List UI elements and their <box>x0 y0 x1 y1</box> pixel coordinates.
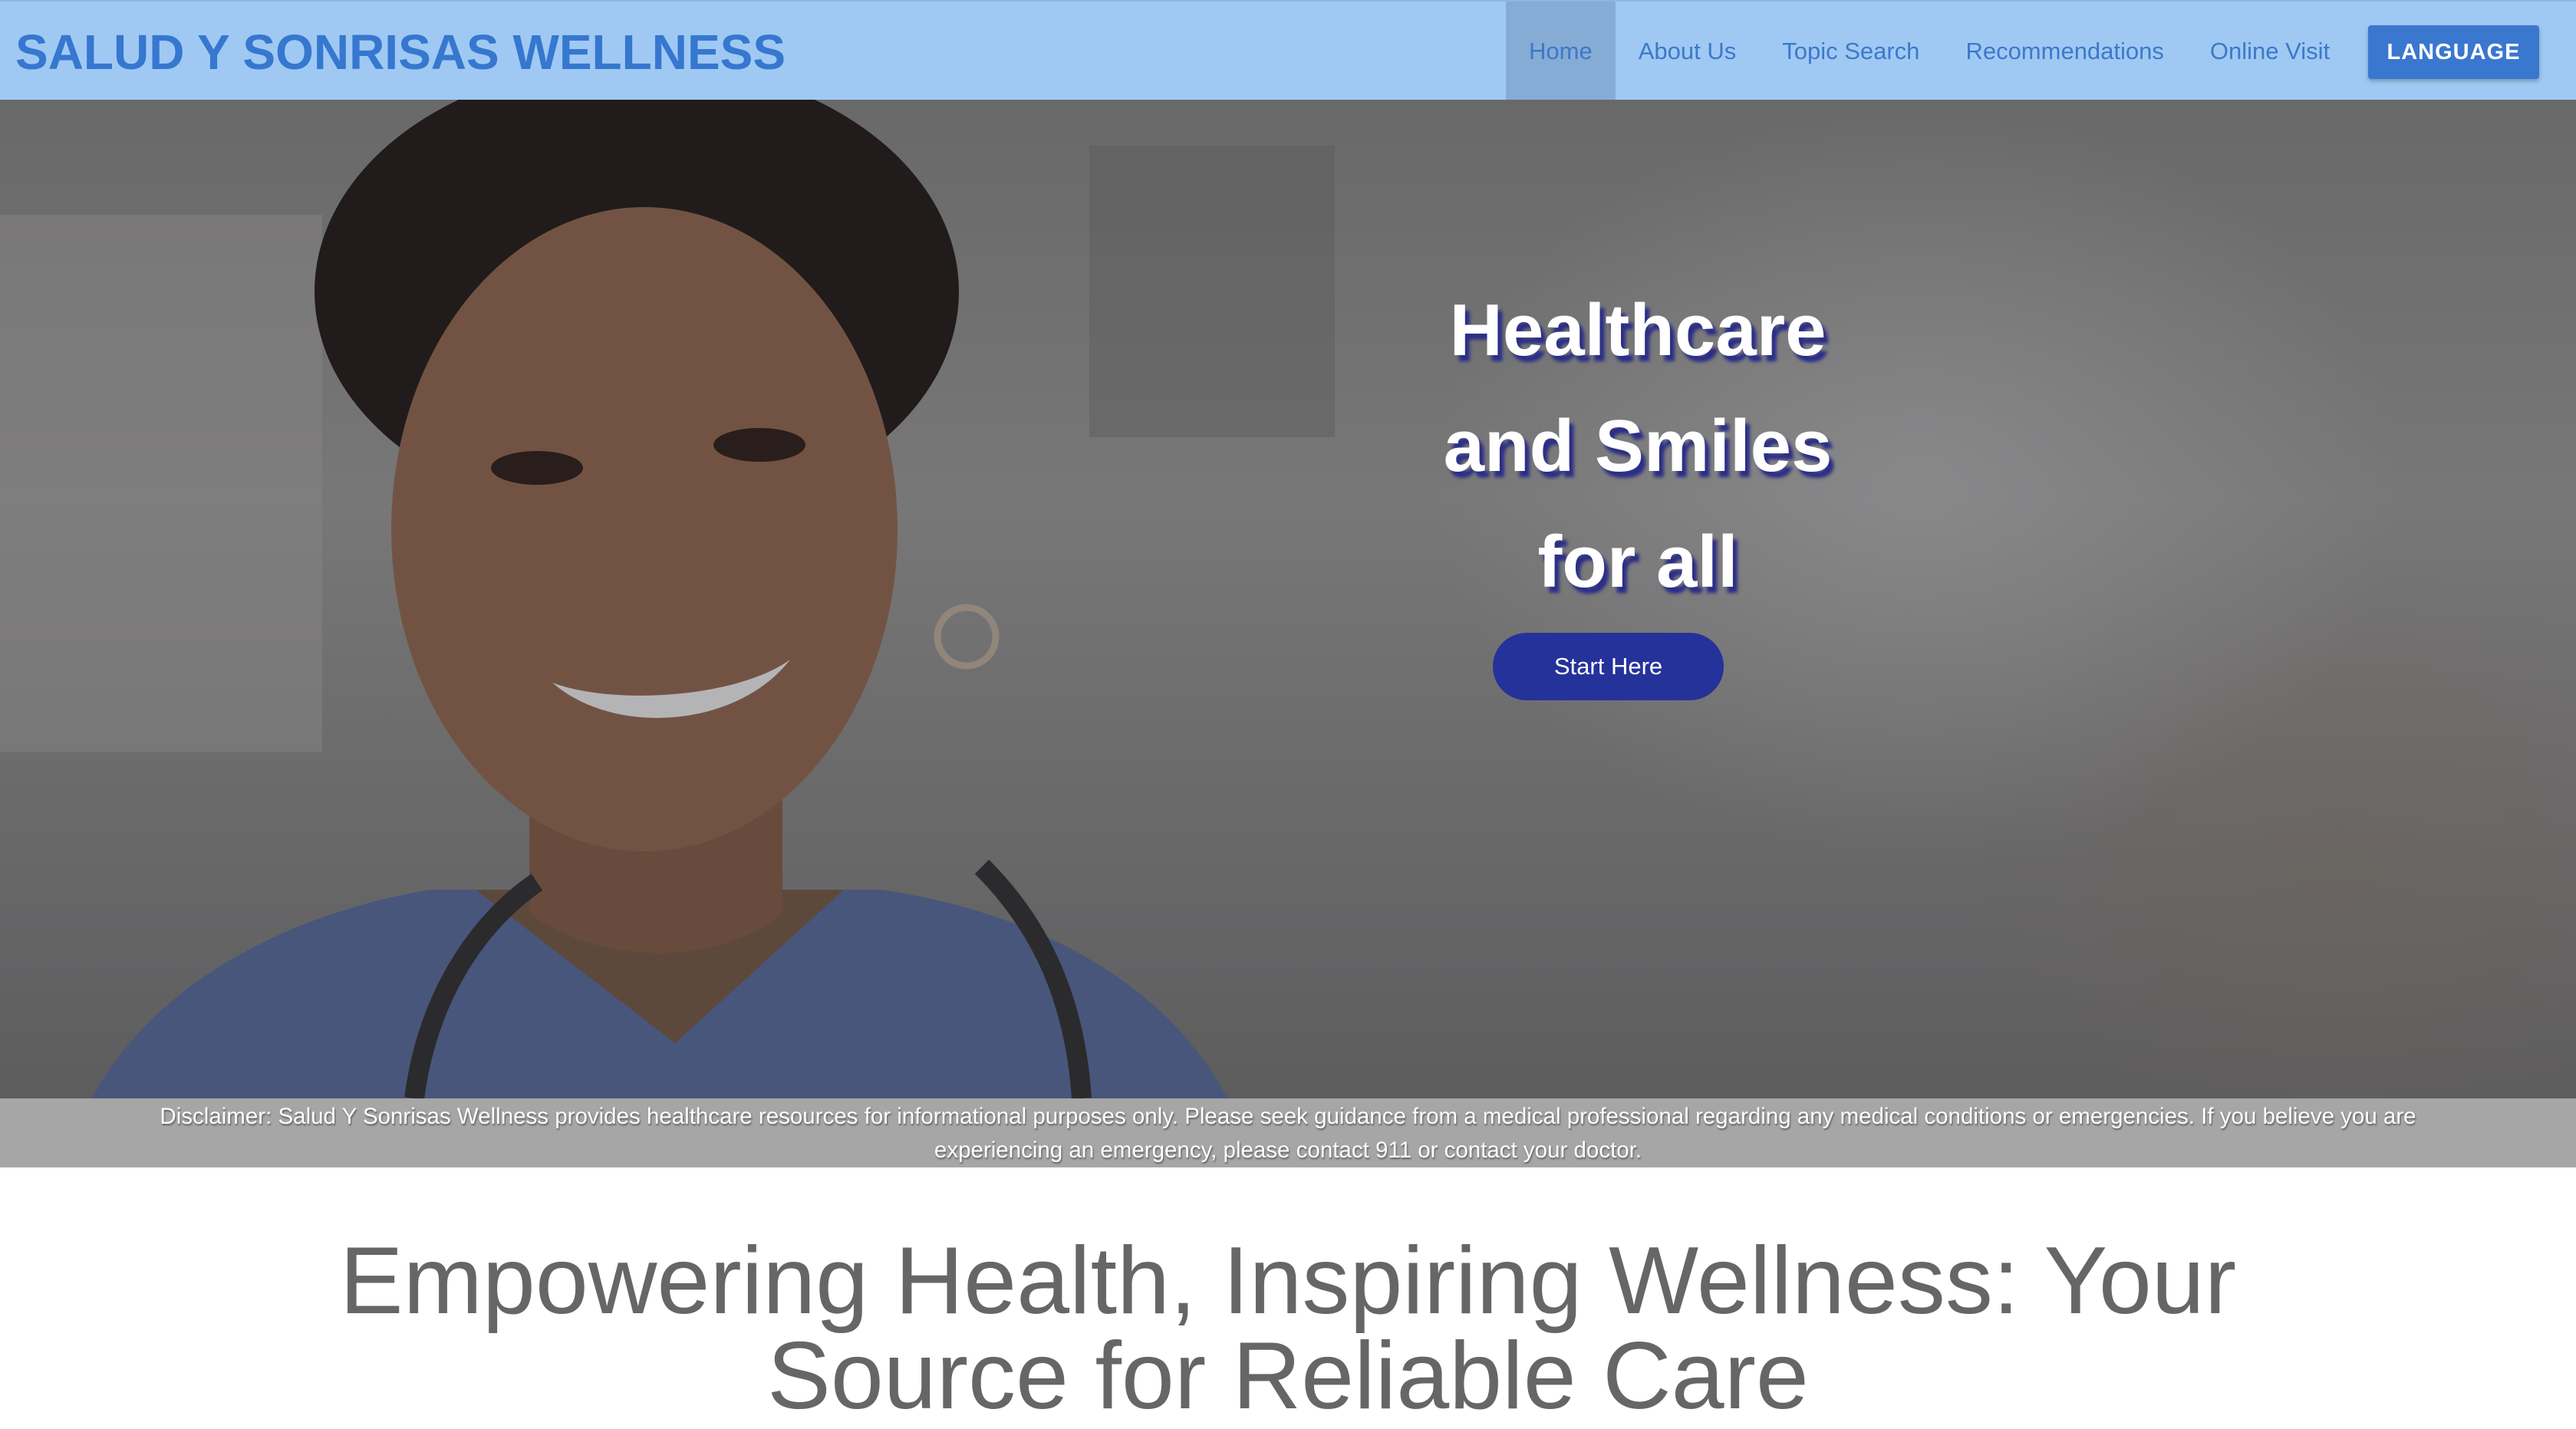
hero-title-line2: and Smiles <box>1443 405 1833 487</box>
site-brand[interactable]: SALUD Y SONRISAS WELLNESS <box>15 2 786 101</box>
start-here-button[interactable]: Start Here <box>1493 633 1724 700</box>
nav-online-visit[interactable]: Online Visit <box>2187 2 2353 101</box>
language-button[interactable]: LANGUAGE <box>2368 25 2539 79</box>
hero-overlay <box>0 100 2576 1098</box>
nav-about-us[interactable]: About Us <box>1616 2 1760 101</box>
hero-section: Healthcare and Smiles for all <box>0 100 2576 1098</box>
disclaimer-banner: Disclaimer: Salud Y Sonrisas Wellness pr… <box>0 1098 2576 1167</box>
nav-recommendations[interactable]: Recommendations <box>1942 2 2186 101</box>
hero-heading-block: Healthcare and Smiles for all <box>1404 272 1872 620</box>
page-tagline: Empowering Health, Inspiring Wellness: Y… <box>339 1228 2237 1429</box>
hero-title-line1: Healthcare <box>1449 289 1827 371</box>
nav-topic-search[interactable]: Topic Search <box>1759 2 1942 101</box>
nav-menu: Home About Us Topic Search Recommendatio… <box>1506 2 2353 101</box>
hero-title: Healthcare and Smiles for all <box>1404 272 1872 620</box>
nav-home[interactable]: Home <box>1506 2 1616 101</box>
hero-title-line3: for all <box>1537 521 1738 603</box>
top-navbar: SALUD Y SONRISAS WELLNESS Home About Us … <box>0 0 2576 101</box>
